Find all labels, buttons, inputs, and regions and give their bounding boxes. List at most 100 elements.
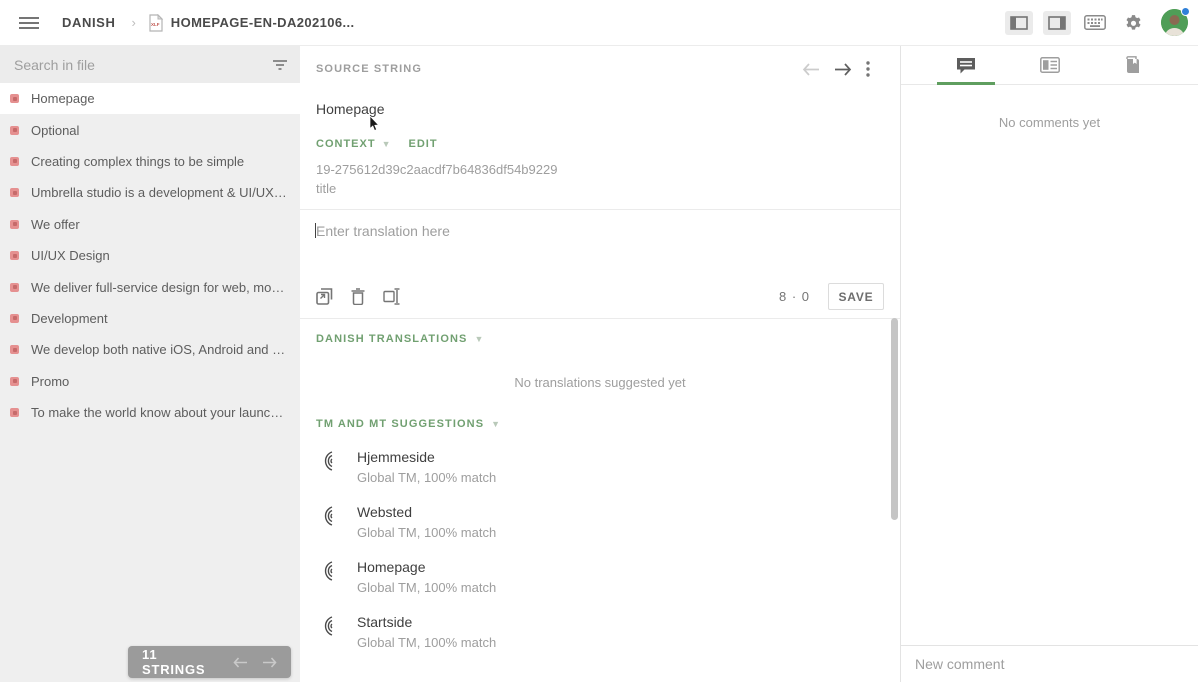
search-bar: [0, 46, 300, 83]
string-list-item[interactable]: Development: [0, 303, 300, 334]
editor-panel: SOURCE STRING Homepage CONTEXT ▼ EDIT 19…: [300, 46, 900, 682]
breadcrumb-file-name: HOMEPAGE-EN-DA202106...: [170, 15, 355, 30]
source-text: Homepage: [316, 101, 884, 131]
new-comment-input[interactable]: [915, 656, 1184, 672]
suggestions-caret-icon[interactable]: ▼: [491, 419, 500, 429]
new-comment-bar: [901, 645, 1198, 682]
string-label: Optional: [31, 122, 80, 138]
translation-input[interactable]: Enter translation here: [315, 223, 884, 281]
keyboard-shortcuts-icon[interactable]: [1081, 11, 1109, 35]
more-options-kebab-icon[interactable]: [866, 61, 870, 77]
untranslated-status-icon: [10, 156, 19, 166]
string-label: Creating complex things to be simple: [31, 153, 245, 169]
tm-suggestion-item[interactable]: Hjemmeside Global TM, 100% match: [316, 449, 884, 485]
topbar: DANISH › XLF HOMEPAGE-EN-DA202106...: [0, 0, 1198, 46]
string-label: Homepage: [31, 91, 95, 107]
char-counter: 8 · 0: [778, 289, 810, 304]
string-list-item[interactable]: UI/UX Design: [0, 240, 300, 271]
suggestion-text: Startside: [357, 614, 413, 630]
string-label: We offer: [31, 216, 80, 232]
comments-panel: No comments yet: [900, 46, 1198, 682]
comment-bubble-icon: [956, 57, 975, 73]
string-list-item[interactable]: Optional: [0, 114, 300, 145]
untranslated-status-icon: [10, 282, 19, 292]
divider: [300, 318, 900, 319]
suggestions-section-header[interactable]: TM AND MT SUGGESTIONS: [316, 418, 484, 430]
untranslated-status-icon: [10, 219, 19, 229]
untranslated-status-icon: [10, 188, 19, 198]
save-button[interactable]: SAVE: [828, 283, 884, 310]
string-list-item[interactable]: Umbrella studio is a development & UI/UX…: [0, 177, 300, 208]
tm-suggestion-icon: [316, 505, 340, 527]
strings-count-toolbar: 11 STRINGS: [128, 646, 291, 678]
tm-suggestion-icon: [316, 560, 340, 582]
string-label: Umbrella studio is a development & UI/UX…: [31, 185, 288, 201]
tm-suggestion-item[interactable]: Websted Global TM, 100% match: [316, 504, 884, 540]
next-string-icon[interactable]: [262, 656, 277, 668]
menu-hamburger-icon[interactable]: [12, 8, 46, 38]
string-label: We develop both native iOS, Android and …: [31, 342, 288, 358]
suggestion-meta: Global TM, 100% match: [357, 525, 497, 540]
context-caret-icon[interactable]: ▼: [382, 139, 391, 149]
breadcrumb-separator-icon: ›: [131, 15, 136, 30]
suggestion-text: Hjemmeside: [357, 449, 435, 465]
tm-suggestion-icon: [316, 615, 340, 637]
tm-suggestion-item[interactable]: Startside Global TM, 100% match: [316, 614, 884, 650]
clear-translation-trash-icon[interactable]: [351, 288, 365, 305]
string-list-item[interactable]: Promo: [0, 366, 300, 397]
tab-search-tm[interactable]: [1091, 46, 1175, 84]
editor-scrollbar-thumb[interactable]: [891, 318, 898, 520]
translations-caret-icon[interactable]: ▼: [474, 334, 483, 344]
tab-comments[interactable]: [924, 46, 1008, 84]
book-icon: [1126, 56, 1140, 73]
filter-icon[interactable]: [272, 59, 288, 71]
layout-right-panel-button[interactable]: [1043, 10, 1071, 35]
string-list-item[interactable]: Creating complex things to be simple: [0, 146, 300, 177]
edit-context-button[interactable]: EDIT: [408, 138, 437, 150]
previous-string-icon[interactable]: [233, 656, 248, 668]
comments-body: No comments yet: [901, 85, 1198, 645]
translations-section-header[interactable]: DANISH TRANSLATIONS: [316, 333, 467, 345]
previous-arrow-icon[interactable]: [802, 62, 820, 76]
context-value: title: [316, 181, 337, 196]
string-list-item[interactable]: We develop both native iOS, Android and …: [0, 334, 300, 365]
string-list-item[interactable]: To make the world know about your launch…: [0, 397, 300, 428]
user-avatar[interactable]: [1161, 7, 1190, 36]
tab-terms[interactable]: [1008, 46, 1092, 84]
strings-count-label: 11 STRINGS: [142, 647, 206, 677]
untranslated-status-icon: [10, 345, 19, 355]
context-toggle[interactable]: CONTEXT: [316, 138, 376, 150]
app-window: DANISH › XLF HOMEPAGE-EN-DA202106... Sea…: [0, 0, 1198, 682]
suggestion-list: Hjemmeside Global TM, 100% match Websted: [316, 449, 884, 650]
no-comments-text: No comments yet: [998, 115, 1101, 130]
suggestion-text: Websted: [357, 504, 412, 520]
svg-text:XLF: XLF: [151, 22, 160, 27]
string-label: UI/UX Design: [31, 248, 110, 264]
breadcrumb-file[interactable]: XLF HOMEPAGE-EN-DA202106...: [148, 13, 355, 32]
untranslated-status-icon: [10, 125, 19, 135]
suggestion-text: Homepage: [357, 559, 426, 575]
breadcrumb-language[interactable]: DANISH: [62, 15, 115, 30]
terms-card-icon: [1039, 57, 1060, 73]
side-panel-tabs: [901, 46, 1198, 85]
untranslated-status-icon: [10, 313, 19, 323]
mouse-cursor: [369, 116, 380, 131]
settings-gear-icon[interactable]: [1119, 11, 1147, 35]
text-caret: [315, 223, 316, 238]
string-label: To make the world know about your launch…: [31, 405, 288, 421]
string-label: Development: [31, 310, 108, 326]
untranslated-status-icon: [10, 376, 19, 386]
select-text-icon[interactable]: [383, 288, 402, 305]
source-string-header: SOURCE STRING: [316, 63, 422, 75]
search-input[interactable]: [14, 56, 272, 73]
suggestion-meta: Global TM, 100% match: [357, 635, 497, 650]
copy-source-icon[interactable]: [316, 288, 333, 305]
untranslated-status-icon: [10, 408, 19, 418]
layout-left-panel-button[interactable]: [1005, 10, 1033, 35]
tm-suggestion-item[interactable]: Homepage Global TM, 100% match: [316, 559, 884, 595]
no-translations-text: No translations suggested yet: [514, 375, 686, 390]
next-arrow-icon[interactable]: [834, 62, 852, 76]
string-list-item[interactable]: We deliver full-service design for web, …: [0, 271, 300, 302]
string-list-item[interactable]: We offer: [0, 209, 300, 240]
string-list-item[interactable]: Homepage: [0, 83, 300, 115]
